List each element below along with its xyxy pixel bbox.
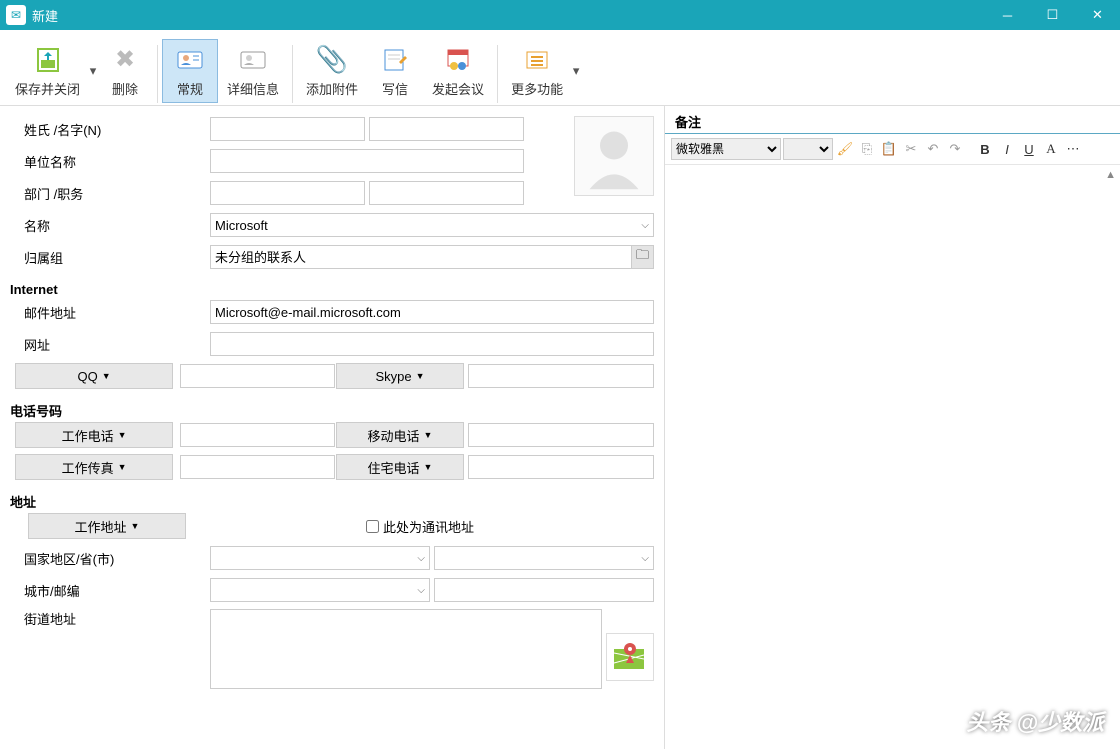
font-style-button[interactable]: A [1041, 139, 1061, 159]
more-button[interactable]: 更多功能 [502, 39, 572, 103]
dept-label: 部门 /职务 [10, 184, 210, 203]
surname-input[interactable] [210, 117, 365, 141]
app-icon: ✉ [6, 5, 26, 25]
save-dropdown[interactable]: ▾ [89, 39, 97, 103]
notes-toolbar: 微软雅黑 🖌 ⎘ 📋 ✂ ↶ ↷ B I U A ⋯ [665, 134, 1120, 165]
surname-label: 姓氏 /名字(N) [10, 120, 210, 139]
watermark: 头条 @少数派 [966, 705, 1104, 737]
form-panel: 姓氏 /名字(N) 单位名称 部门 /职务 名称 [0, 106, 665, 749]
chevron-down-icon: ⌵ [641, 220, 649, 231]
close-button[interactable]: ✕ [1075, 0, 1120, 30]
qq-input[interactable] [180, 364, 335, 388]
contact-card-icon [174, 44, 206, 75]
delete-button[interactable]: ✖ 删除 [97, 39, 153, 103]
zipcode-input[interactable] [434, 578, 654, 602]
home-phone-selector[interactable]: 住宅电话▼ [336, 454, 464, 480]
window-title: 新建 [32, 6, 985, 25]
dept-input[interactable] [210, 181, 365, 205]
chevron-down-icon: ⌵ [641, 553, 649, 564]
mobile-input[interactable] [468, 423, 654, 447]
cut-icon[interactable]: ✂ [901, 139, 921, 159]
font-size-select[interactable] [783, 138, 833, 160]
qq-selector[interactable]: QQ▼ [15, 363, 173, 389]
delete-icon: ✖ [109, 44, 141, 75]
address-section: 地址 [10, 486, 654, 513]
paste-icon[interactable]: 📋 [879, 139, 899, 159]
maximize-button[interactable]: ☐ [1030, 0, 1075, 30]
save-icon [32, 44, 64, 75]
underline-button[interactable]: U [1019, 139, 1039, 159]
skype-input[interactable] [468, 364, 654, 388]
italic-button[interactable]: I [997, 139, 1017, 159]
scroll-up-icon[interactable]: ▲ [1105, 169, 1116, 181]
general-tab[interactable]: 常规 [162, 39, 218, 103]
attach-button[interactable]: 📎 添加附件 [297, 39, 367, 103]
more-dropdown[interactable]: ▾ [572, 39, 580, 103]
undo-icon[interactable]: ↶ [923, 139, 943, 159]
avatar-placeholder[interactable] [574, 116, 654, 196]
bold-button[interactable]: B [975, 139, 995, 159]
display-name-label: 名称 [10, 216, 210, 235]
save-close-button[interactable]: 保存并关闭 [6, 39, 89, 103]
group-label: 归属组 [10, 248, 210, 267]
details-tab[interactable]: 详细信息 [218, 39, 288, 103]
notes-panel: 备注 微软雅黑 🖌 ⎘ 📋 ✂ ↶ ↷ B I U A ⋯ ▲ [665, 106, 1120, 749]
font-family-select[interactable]: 微软雅黑 [671, 138, 781, 160]
work-address-selector[interactable]: 工作地址▼ [28, 513, 186, 539]
details-icon [237, 44, 269, 75]
firstname-input[interactable] [369, 117, 524, 141]
work-phone-input[interactable] [180, 423, 335, 447]
mobile-selector[interactable]: 移动电话▼ [336, 422, 464, 448]
minimize-button[interactable]: ─ [985, 0, 1030, 30]
website-input[interactable] [210, 332, 654, 356]
company-input[interactable] [210, 149, 524, 173]
more-icon [521, 44, 553, 75]
notes-editor[interactable]: ▲ [665, 165, 1120, 749]
email-input[interactable] [210, 300, 654, 324]
email-label: 邮件地址 [10, 303, 210, 322]
work-phone-selector[interactable]: 工作电话▼ [15, 422, 173, 448]
mailing-address-label: 此处为通讯地址 [383, 517, 474, 536]
meeting-icon [442, 44, 474, 75]
chevron-down-icon: ⌵ [417, 585, 425, 596]
compose-button[interactable]: 写信 [367, 39, 423, 103]
mailing-address-checkbox[interactable] [366, 520, 379, 533]
website-label: 网址 [10, 335, 210, 354]
city-label: 城市/邮编 [10, 581, 210, 600]
paperclip-icon: 📎 [316, 44, 348, 75]
province-combo[interactable]: ⌵ [434, 546, 654, 570]
country-combo[interactable]: ⌵ [210, 546, 430, 570]
titlebar: ✉ 新建 ─ ☐ ✕ [0, 0, 1120, 30]
toolbar-expand-icon[interactable]: ⋯ [1063, 139, 1083, 159]
company-label: 单位名称 [10, 152, 210, 171]
job-input[interactable] [369, 181, 524, 205]
folder-icon[interactable]: 🗀 [631, 246, 653, 268]
format-painter-icon[interactable]: 🖌 [835, 139, 855, 159]
work-fax-selector[interactable]: 工作传真▼ [15, 454, 173, 480]
compose-icon [379, 44, 411, 75]
notes-title: 备注 [675, 112, 1110, 131]
street-label: 街道地址 [10, 609, 210, 628]
meeting-button[interactable]: 发起会议 [423, 39, 493, 103]
country-label: 国家地区/省(市) [10, 549, 210, 568]
copy-icon[interactable]: ⎘ [857, 139, 877, 159]
group-selector[interactable]: 未分组的联系人 🗀 [210, 245, 654, 269]
street-textarea[interactable] [210, 609, 602, 689]
display-name-combo[interactable]: Microsoft ⌵ [210, 213, 654, 237]
redo-icon[interactable]: ↷ [945, 139, 965, 159]
ribbon-toolbar: 保存并关闭 ▾ ✖ 删除 常规 详细信息 📎 添加附件 写信 发起会议 [0, 30, 1120, 106]
internet-section: Internet [10, 276, 654, 299]
map-button[interactable] [606, 633, 654, 681]
phone-section: 电话号码 [10, 395, 654, 422]
work-fax-input[interactable] [180, 455, 335, 479]
skype-selector[interactable]: Skype▼ [336, 363, 464, 389]
chevron-down-icon: ⌵ [417, 553, 425, 564]
city-combo[interactable]: ⌵ [210, 578, 430, 602]
home-phone-input[interactable] [468, 455, 654, 479]
